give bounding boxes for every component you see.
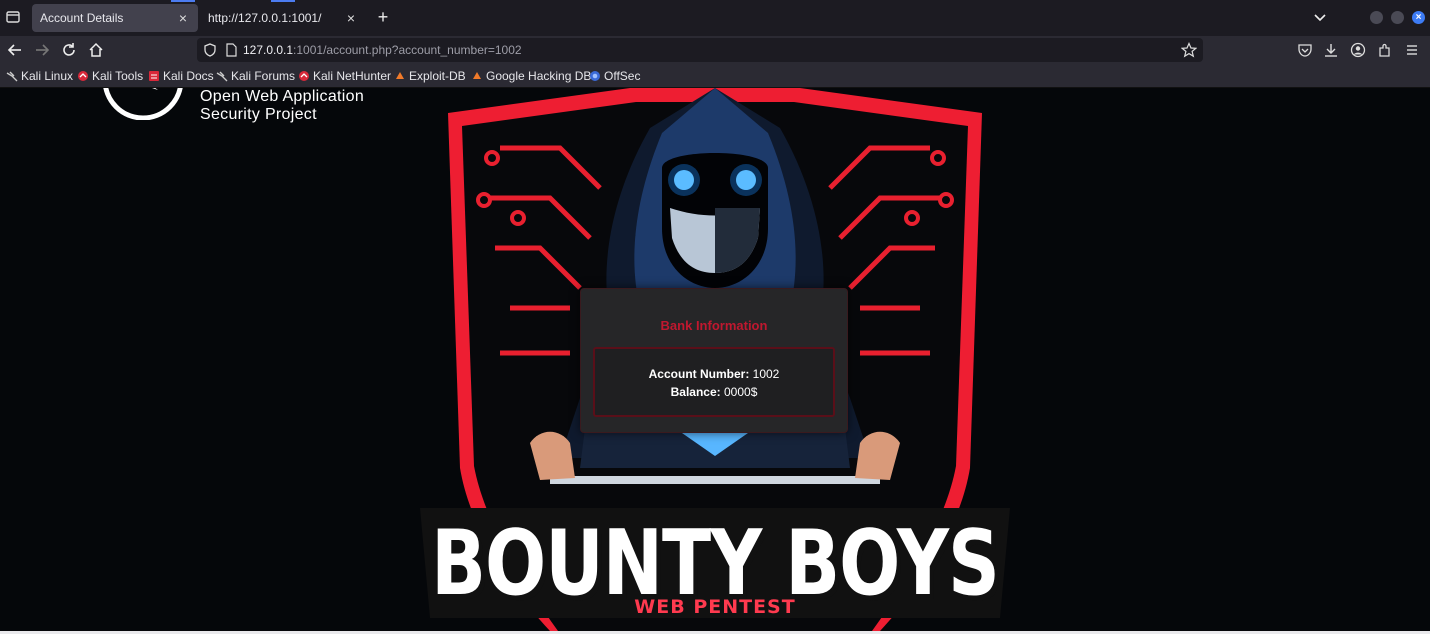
- back-arrow-icon[interactable]: [6, 41, 24, 59]
- bookmark-kali-linux[interactable]: Kali Linux: [6, 69, 73, 83]
- tab-bar: Account Details × http://127.0.0.1:1001/…: [0, 0, 1430, 36]
- bookmark-kali-forums[interactable]: Kali Forums: [216, 69, 295, 83]
- url-path: :1001/account.php?account_number=1002: [293, 43, 522, 57]
- account-icon[interactable]: [1350, 42, 1366, 58]
- page-content: Open Web Application Security Project BO…: [0, 88, 1430, 631]
- close-tab-icon[interactable]: ×: [344, 11, 358, 25]
- home-icon[interactable]: [87, 41, 105, 59]
- tab-title: Account Details: [40, 11, 124, 25]
- bookmark-offsec[interactable]: OffSec: [589, 69, 640, 83]
- account-number-row: Account Number: 1002: [595, 367, 833, 381]
- balance-row: Balance: 0000$: [595, 385, 833, 399]
- reload-icon[interactable]: [60, 41, 78, 59]
- url-text[interactable]: 127.0.0.1:1001/account.php?account_numbe…: [243, 43, 522, 57]
- owasp-title: Open Web Application Security Project: [200, 88, 364, 124]
- tab-account-details[interactable]: Account Details ×: [32, 4, 198, 32]
- maximize-button[interactable]: [1391, 11, 1404, 24]
- bookmark-label: Kali Docs: [163, 69, 214, 83]
- tab-title: http://127.0.0.1:1001/: [208, 11, 322, 25]
- nav-bar: 127.0.0.1:1001/account.php?account_numbe…: [0, 36, 1430, 64]
- tab-localhost[interactable]: http://127.0.0.1:1001/ ×: [200, 4, 366, 32]
- bookmark-kali-nethunter[interactable]: Kali NetHunter: [298, 69, 391, 83]
- close-tab-icon[interactable]: ×: [176, 11, 190, 25]
- bookmark-label: Google Hacking DB: [486, 69, 592, 83]
- bookmark-kali-docs[interactable]: Kali Docs: [148, 69, 214, 83]
- bookmark-label: Kali NetHunter: [313, 69, 392, 83]
- owasp-line-2: Security Project: [200, 106, 317, 123]
- bookmark-label: Kali Tools: [92, 69, 144, 83]
- bookmark-exploit-db[interactable]: Exploit-DB: [394, 69, 466, 83]
- balance-value: 0000$: [724, 385, 758, 399]
- account-number-value: 1002: [752, 367, 780, 381]
- bookmark-star-icon[interactable]: [1181, 42, 1197, 58]
- bookmark-label: Exploit-DB: [409, 69, 466, 83]
- url-host: 127.0.0.1: [243, 43, 294, 57]
- exploit-db-icon: [473, 72, 481, 79]
- tab-list-icon[interactable]: [5, 9, 21, 25]
- pocket-icon[interactable]: [1297, 42, 1313, 58]
- kali-red-icon: [299, 71, 309, 81]
- bank-info-card: Bank Information Account Number: 1002 Ba…: [580, 288, 848, 433]
- extensions-icon[interactable]: [1377, 42, 1393, 58]
- owasp-line-1: Open Web Application: [200, 88, 365, 105]
- bookmark-label: Kali Linux: [21, 69, 74, 83]
- download-icon[interactable]: [1323, 42, 1339, 58]
- bookmark-label: OffSec: [604, 69, 641, 83]
- tab-indicator: [171, 0, 195, 2]
- chevron-down-icon[interactable]: [1312, 9, 1328, 25]
- account-details-box: Account Number: 1002 Balance: 0000$: [593, 347, 835, 417]
- offsec-icon: [590, 71, 600, 81]
- bookmark-kali-tools[interactable]: Kali Tools: [77, 69, 143, 83]
- kali-dragon-icon: [6, 71, 18, 82]
- shield-icon[interactable]: [203, 43, 217, 57]
- url-bar[interactable]: 127.0.0.1:1001/account.php?account_numbe…: [197, 38, 1203, 62]
- menu-icon[interactable]: [1404, 42, 1420, 58]
- page-info-icon[interactable]: [225, 43, 237, 57]
- kali-red-icon: [78, 71, 88, 81]
- bookmark-google-hacking-db[interactable]: Google Hacking DB: [471, 69, 591, 83]
- new-tab-button[interactable]: +: [374, 8, 392, 26]
- bookmark-label: Kali Forums: [231, 69, 296, 83]
- balance-label: Balance:: [670, 385, 721, 399]
- bookmarks-bar: Kali Linux Kali Tools Kali Docs Kali For…: [0, 64, 1430, 88]
- forward-arrow-icon[interactable]: [33, 41, 51, 59]
- minimize-button[interactable]: [1370, 11, 1383, 24]
- tab-indicator: [271, 0, 295, 2]
- kali-dragon-icon: [216, 71, 228, 82]
- exploit-db-icon: [396, 72, 404, 79]
- bank-info-heading: Bank Information: [660, 318, 768, 333]
- close-window-button[interactable]: ×: [1412, 11, 1425, 24]
- kali-docs-icon: [149, 71, 159, 81]
- owasp-logo-icon: [103, 88, 183, 120]
- account-number-label: Account Number:: [648, 367, 750, 381]
- hero-subtitle: WEB PENTEST: [634, 596, 796, 618]
